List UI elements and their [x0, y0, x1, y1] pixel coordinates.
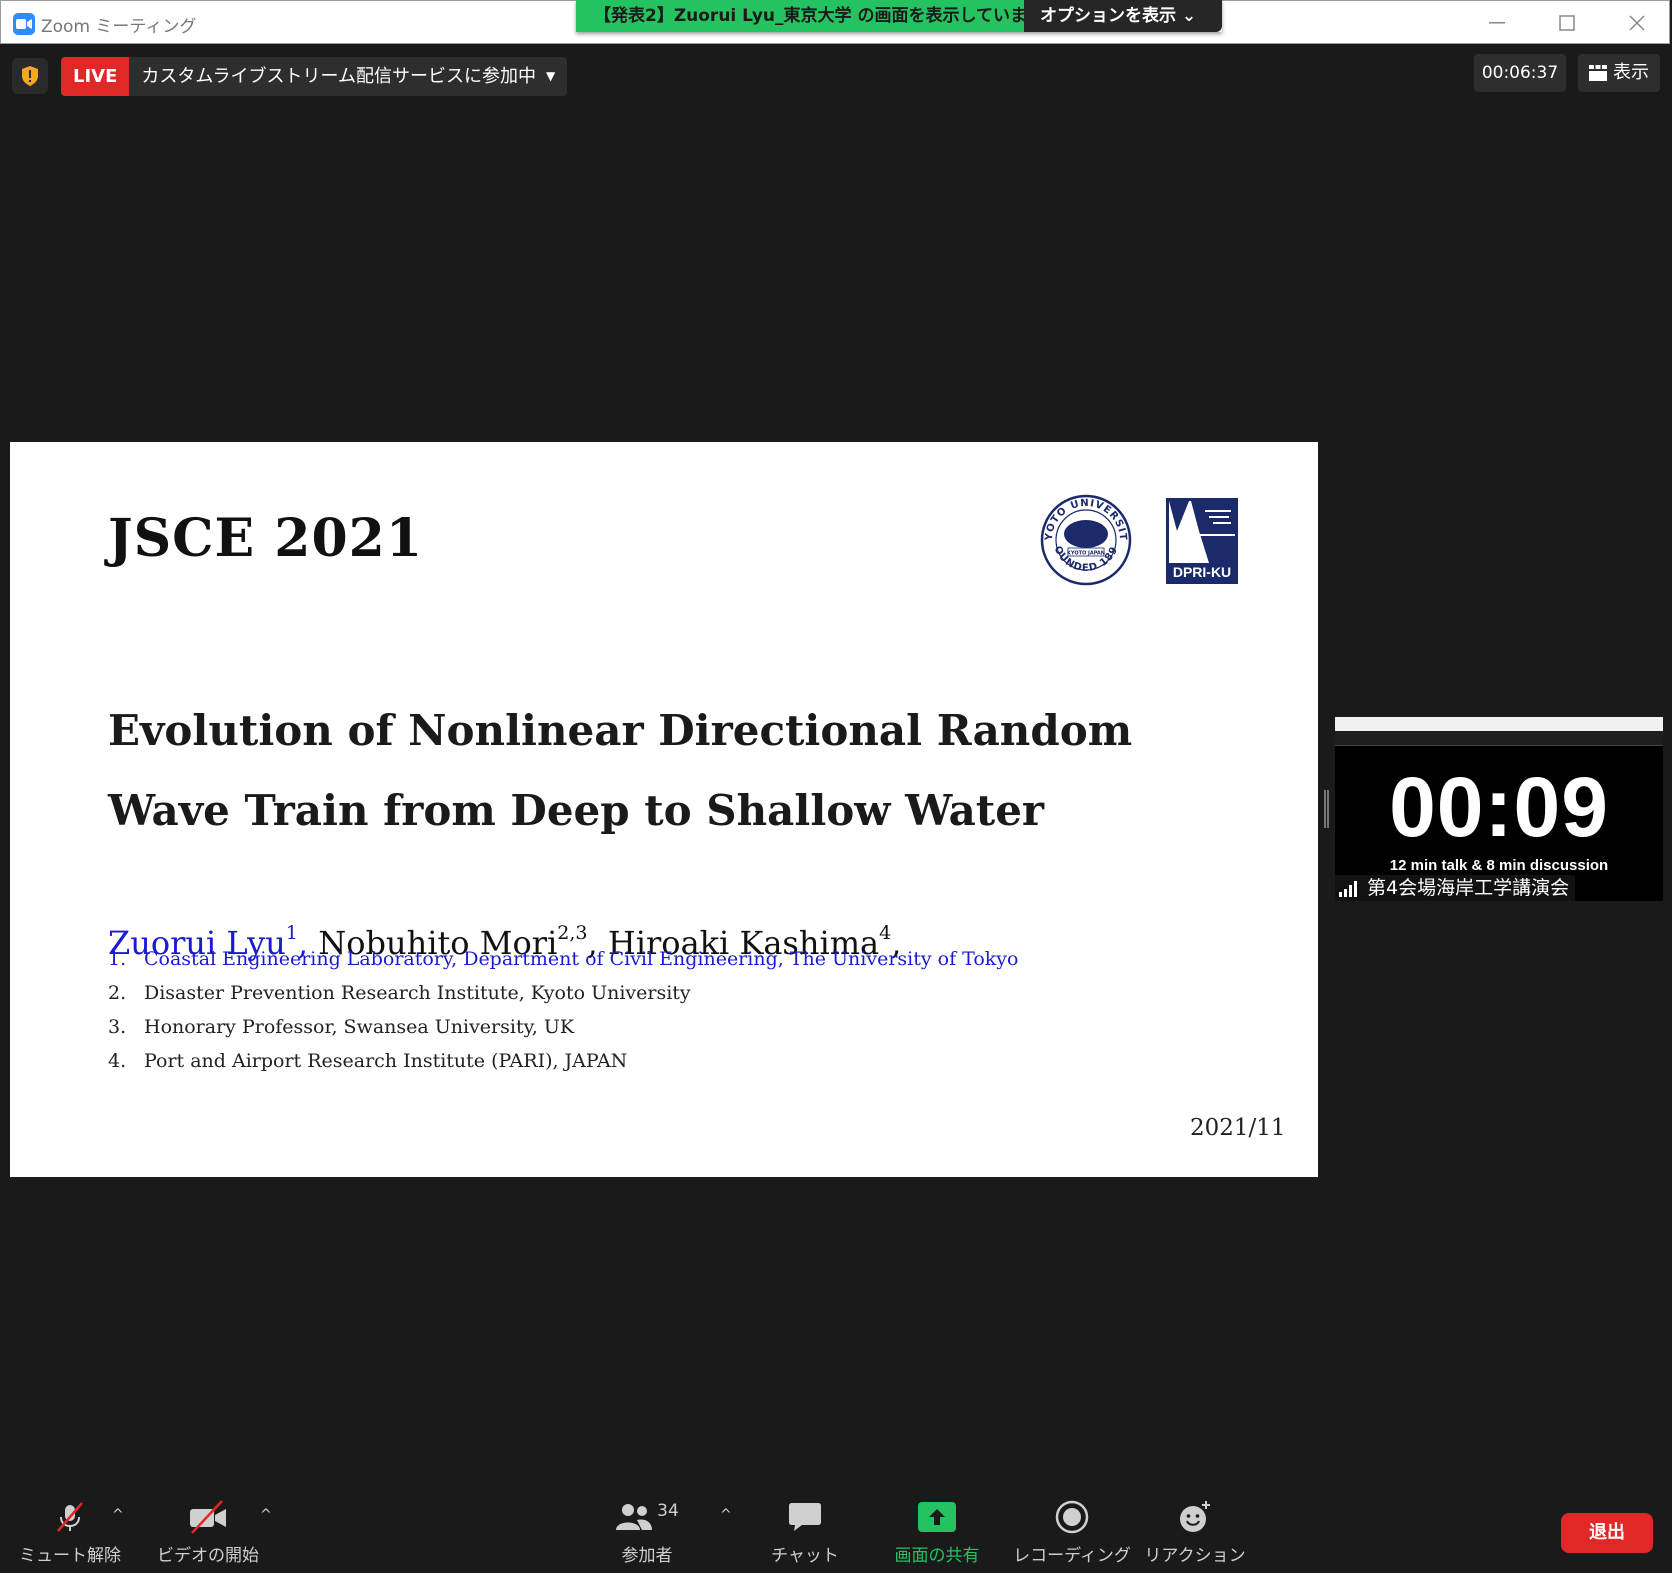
participants-count: 34 — [657, 1501, 679, 1521]
livestream-status-text: カスタムライブストリーム配信サービスに参加中 — [141, 66, 536, 87]
audio-options-caret[interactable]: ^ — [112, 1507, 124, 1523]
meeting-toolbar: ミュート解除 ^ ビデオの開始 ^ 34 参加者 ^ チャット 画面の共有 レコ… — [0, 1485, 1672, 1573]
countdown-timer: 00:09 — [1389, 760, 1609, 854]
video-camera-off-icon — [190, 1500, 226, 1534]
affiliation-item: 1. Coastal Engineering Laboratory, Depart… — [108, 948, 1019, 970]
close-button[interactable] — [1607, 5, 1667, 41]
svg-text:DPRI-KU: DPRI-KU — [1173, 564, 1231, 580]
view-button[interactable]: 表示 — [1578, 54, 1660, 92]
shared-slide: JSCE 2021 KYOTO UNIVERSITY FOUNDED 1897 … — [10, 442, 1318, 1177]
dpri-ku-logo: DPRI-KU — [1166, 498, 1238, 584]
author-affiliation-mark: 4 — [879, 922, 892, 944]
shield-icon — [22, 66, 38, 86]
signal-strength-icon — [1339, 881, 1357, 897]
reaction-smiley-icon — [1180, 1501, 1210, 1532]
caret-down-icon: ▼ — [545, 69, 556, 83]
participant-video-tile[interactable]: 00:09 12 min talk & 8 min discussion 第4会… — [1335, 717, 1663, 901]
affiliation-item: 3. Honorary Professor, Swansea University… — [108, 1016, 575, 1038]
screen-share-banner: 【発表2】Zuorui Lyu_東京大学 の画面を表示しています オプションを表… — [576, 0, 1222, 32]
view-options-label: オプションを表示 — [1040, 6, 1176, 26]
svg-text:KYOTO JAPAN: KYOTO JAPAN — [1067, 551, 1105, 557]
share-banner-text: 【発表2】Zuorui Lyu_東京大学 の画面を表示しています — [576, 0, 1024, 32]
minimize-button[interactable] — [1467, 5, 1527, 41]
slide-heading: JSCE 2021 — [108, 508, 424, 569]
reactions-button[interactable]: リアクション — [1144, 1499, 1246, 1566]
kyoto-university-logo: KYOTO UNIVERSITY FOUNDED 1897 KYOTO JAPA… — [1040, 494, 1132, 586]
chevron-down-icon: ⌄ — [1181, 6, 1197, 26]
participants-button[interactable]: 34 参加者 — [612, 1499, 682, 1566]
video-options-caret[interactable]: ^ — [260, 1507, 272, 1523]
security-shield-button[interactable] — [12, 58, 48, 94]
chat-bubble-icon — [789, 1503, 821, 1531]
panel-resize-handle[interactable] — [1324, 790, 1329, 828]
slide-title-line-2: Wave Train from Deep to Shallow Water — [108, 786, 1045, 835]
participants-icon — [616, 1504, 653, 1530]
browser-toolbar — [1335, 731, 1663, 746]
affiliation-item: 4. Port and Airport Research Institute (P… — [108, 1050, 628, 1072]
slide-date: 2021/11 — [1190, 1115, 1286, 1141]
slide-title-line-1: Evolution of Nonlinear Directional Rando… — [108, 706, 1133, 755]
chat-button[interactable]: チャット — [771, 1499, 839, 1566]
grid-icon — [1589, 65, 1607, 81]
view-options-button[interactable]: オプションを表示 ⌄ — [1024, 0, 1222, 32]
author-affiliation-mark: 2,3 — [557, 922, 588, 944]
leave-meeting-button[interactable]: 退出 — [1561, 1513, 1653, 1553]
window-title: Zoom ミーティング — [41, 17, 197, 37]
participants-options-caret[interactable]: ^ — [720, 1507, 732, 1523]
livestream-status[interactable]: LIVE カスタムライブストリーム配信サービスに参加中 ▼ — [61, 57, 568, 96]
talk-duration-note: 12 min talk & 8 min discussion — [1389, 857, 1609, 874]
start-video-button[interactable]: ビデオの開始 — [156, 1499, 260, 1566]
share-screen-button[interactable]: 画面の共有 — [886, 1499, 988, 1566]
maximize-button[interactable] — [1537, 5, 1597, 41]
microphone-muted-icon — [57, 1502, 83, 1532]
record-icon — [1055, 1500, 1089, 1534]
view-label: 表示 — [1613, 62, 1649, 83]
participant-name-label: 第4会場海岸工学講演会 — [1335, 875, 1576, 901]
meeting-elapsed-timer: 00:06:37 — [1474, 54, 1566, 92]
share-screen-icon — [918, 1502, 956, 1532]
zoom-app-icon — [13, 13, 35, 35]
unmute-button[interactable]: ミュート解除 — [19, 1499, 121, 1566]
live-badge: LIVE — [61, 57, 130, 96]
record-button[interactable]: レコーディング — [1013, 1499, 1131, 1566]
browser-tab-bar — [1335, 717, 1663, 731]
author-affiliation-mark: 1 — [285, 922, 298, 944]
affiliation-item: 2. Disaster Prevention Research Institute… — [108, 982, 691, 1004]
